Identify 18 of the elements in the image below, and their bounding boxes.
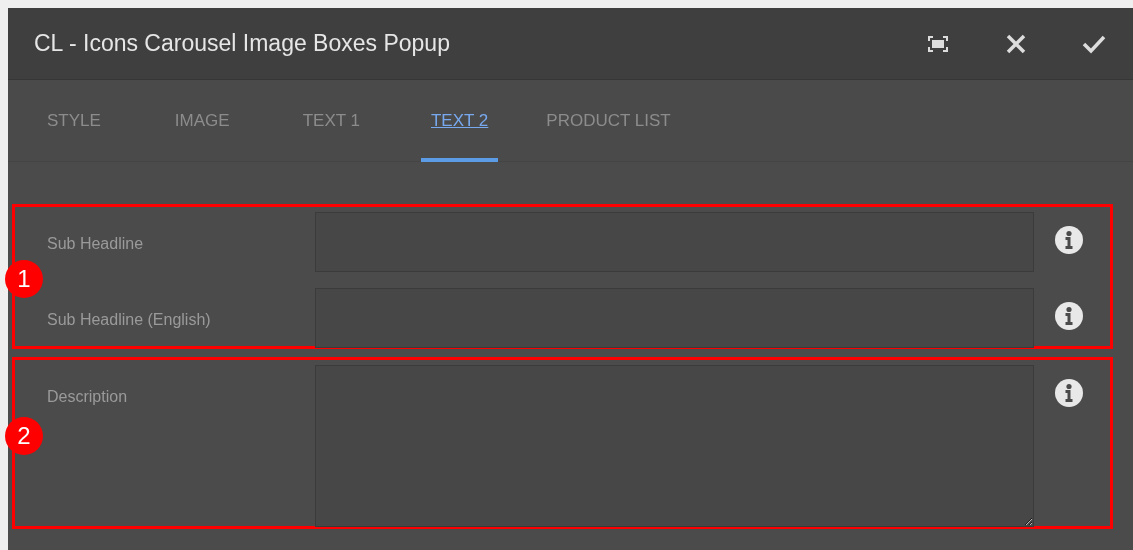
fullscreen-icon <box>927 34 949 53</box>
close-icon <box>1006 33 1026 54</box>
info-icon[interactable] <box>1055 226 1083 254</box>
number-badge: 1 <box>5 260 43 298</box>
field-label: Sub Headline <box>46 234 145 254</box>
tab[interactable]: IMAGE <box>164 79 240 162</box>
checkmark-icon <box>1082 33 1106 54</box>
field-label: Sub Headline (English) <box>46 310 212 330</box>
tab[interactable]: PRODUCT LIST <box>536 79 681 162</box>
info-icon[interactable] <box>1055 302 1083 330</box>
info-icon[interactable] <box>1055 379 1083 407</box>
tab[interactable]: TEXT 1 <box>292 79 370 162</box>
tab[interactable]: STYLE <box>37 79 111 162</box>
number-badge: 2 <box>5 417 43 455</box>
dialog-title: CL - Icons Carousel Image Boxes Popup <box>34 29 451 59</box>
input-field[interactable] <box>315 288 1034 348</box>
tab[interactable]: TEXT 2 <box>421 79 499 162</box>
field-label: Description <box>46 387 129 407</box>
